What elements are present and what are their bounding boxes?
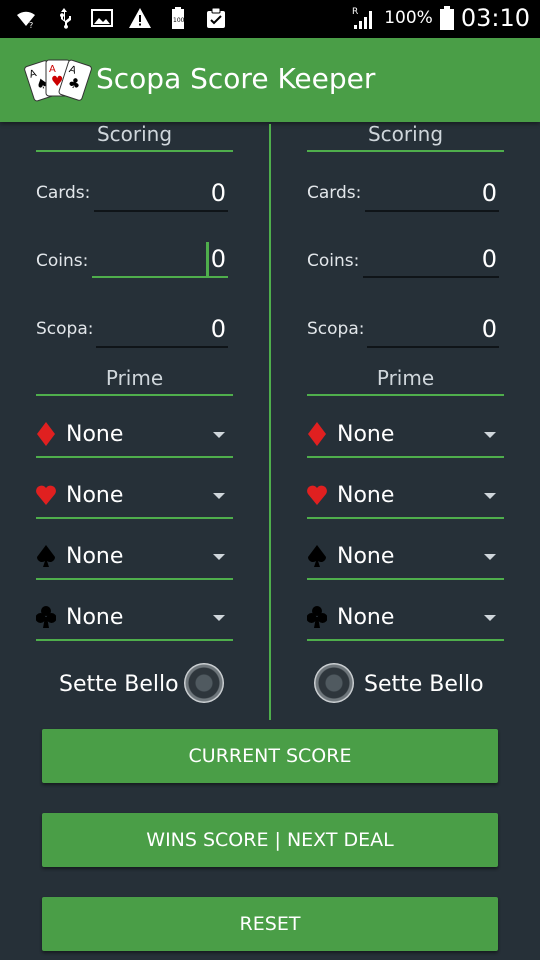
svg-text:?: ?: [29, 21, 33, 30]
prime-spades-value: None: [337, 544, 395, 569]
prime-header: Prime: [307, 366, 504, 396]
club-icon: [307, 606, 327, 628]
prime-hearts-dropdown[interactable]: None: [36, 477, 233, 519]
prime-hearts-dropdown[interactable]: None: [307, 477, 504, 519]
chevron-down-icon: [213, 554, 225, 560]
chevron-down-icon: [484, 615, 496, 621]
cards-input[interactable]: 0: [94, 176, 228, 212]
prime-hearts-value: None: [337, 483, 395, 508]
prime-clubs-dropdown[interactable]: None: [36, 599, 233, 641]
coins-label: Coins:: [36, 251, 89, 271]
battery-icon: [439, 6, 454, 30]
column-divider: [269, 124, 271, 720]
cards-input[interactable]: 0: [365, 176, 499, 212]
svg-text:100: 100: [173, 17, 185, 24]
prime-clubs-value: None: [337, 605, 395, 630]
diamond-icon: [37, 422, 55, 446]
prime-header: Prime: [36, 366, 233, 396]
prime-diamonds-value: None: [337, 422, 395, 447]
prime-spades-value: None: [66, 544, 124, 569]
scopa-input[interactable]: 0: [367, 312, 499, 348]
chevron-down-icon: [484, 493, 496, 499]
prime-clubs-value: None: [66, 605, 124, 630]
wifi-icon: ?: [17, 11, 35, 30]
sette-bello-radio[interactable]: [314, 663, 354, 703]
prime-spades-dropdown[interactable]: None: [36, 538, 233, 580]
coins-label: Coins:: [307, 251, 360, 271]
spade-icon: [37, 545, 55, 567]
diamond-icon: [308, 422, 326, 446]
playing-cards-logo-icon: A♠ A♥ A♣: [24, 59, 92, 102]
chevron-down-icon: [213, 432, 225, 438]
heart-icon: [307, 485, 327, 505]
scoring-header: Scoring: [36, 122, 233, 152]
text-cursor: [205, 242, 209, 276]
scopa-label: Scopa:: [36, 319, 94, 339]
scoring-header: Scoring: [307, 122, 504, 152]
reset-button[interactable]: RESET: [42, 897, 498, 951]
scopa-label: Scopa:: [307, 319, 365, 339]
prime-clubs-dropdown[interactable]: None: [307, 599, 504, 641]
chevron-down-icon: [213, 493, 225, 499]
wins-score-next-deal-button[interactable]: WINS SCORE | NEXT DEAL: [42, 813, 498, 867]
clock: 03:10: [460, 4, 530, 32]
usb-icon: [60, 8, 71, 29]
coins-input[interactable]: 0: [363, 242, 499, 278]
chevron-down-icon: [484, 432, 496, 438]
prime-spades-dropdown[interactable]: None: [307, 538, 504, 580]
chevron-down-icon: [484, 554, 496, 560]
chevron-down-icon: [213, 615, 225, 621]
battery-100-icon: 100: [172, 7, 185, 29]
spade-icon: [308, 545, 326, 567]
coins-input[interactable]: 0: [92, 242, 228, 278]
signal-icon: R: [352, 7, 373, 29]
prime-diamonds-value: None: [66, 422, 124, 447]
cards-label: Cards:: [36, 183, 91, 203]
current-score-button[interactable]: CURRENT SCORE: [42, 729, 498, 783]
sette-bello-radio[interactable]: [184, 663, 224, 703]
sette-bello-label: Sette Bello: [364, 672, 484, 697]
warning-icon: [129, 8, 151, 28]
app-title: Scopa Score Keeper: [96, 62, 376, 95]
status-bar: ? 100 R 100% 03:10: [0, 0, 540, 38]
app-toolbar: A ♠ A ♥ A ♣ Scopa Score Keeper: [0, 38, 540, 122]
coins-value: 0: [210, 245, 226, 273]
svg-text:R: R: [352, 7, 358, 17]
battery-percent: 100%: [384, 8, 433, 28]
prime-hearts-value: None: [66, 483, 124, 508]
image-icon: [91, 9, 113, 27]
scopa-input[interactable]: 0: [96, 312, 228, 348]
club-icon: [36, 606, 56, 628]
prime-diamonds-dropdown[interactable]: None: [307, 416, 504, 458]
cards-label: Cards:: [307, 183, 362, 203]
sette-bello-label: Sette Bello: [59, 672, 179, 697]
clipboard-check-icon: [207, 7, 225, 28]
prime-diamonds-dropdown[interactable]: None: [36, 416, 233, 458]
heart-icon: [36, 485, 56, 505]
